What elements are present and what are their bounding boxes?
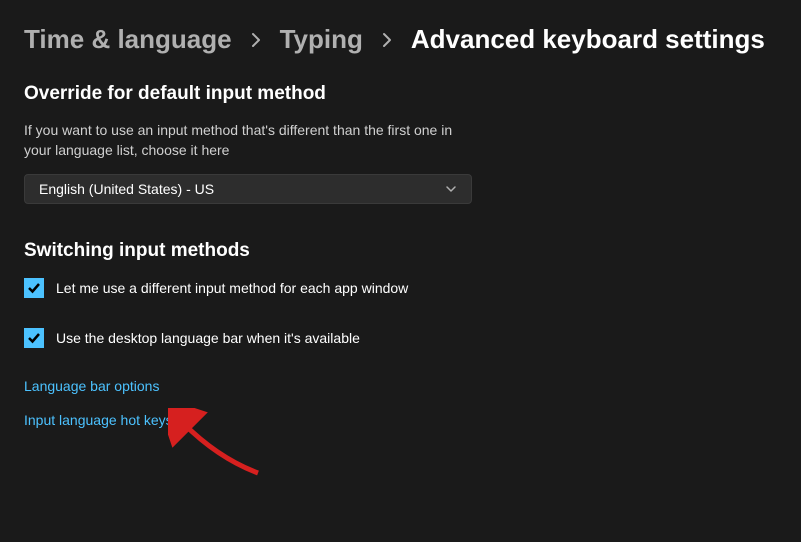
input-method-selected-value: English (United States) - US xyxy=(39,181,214,197)
chevron-right-icon xyxy=(379,32,395,48)
checkbox-per-app-label[interactable]: Let me use a different input method for … xyxy=(56,280,408,296)
checkbox-row-language-bar: Use the desktop language bar when it's a… xyxy=(24,328,777,348)
chevron-down-icon xyxy=(445,183,457,195)
checkbox-language-bar[interactable] xyxy=(24,328,44,348)
checkbox-per-app[interactable] xyxy=(24,278,44,298)
checkbox-language-bar-label[interactable]: Use the desktop language bar when it's a… xyxy=(56,330,360,346)
checkbox-row-per-app: Let me use a different input method for … xyxy=(24,278,777,298)
breadcrumb: Time & language Typing Advanced keyboard… xyxy=(24,24,777,55)
input-method-select[interactable]: English (United States) - US xyxy=(24,174,472,204)
language-bar-options-link[interactable]: Language bar options xyxy=(24,378,777,394)
input-hotkeys-link[interactable]: Input language hot keys xyxy=(24,412,777,428)
switching-section-title: Switching input methods xyxy=(24,240,777,262)
breadcrumb-advanced-keyboard: Advanced keyboard settings xyxy=(411,24,765,55)
override-section-title: Override for default input method xyxy=(24,83,777,105)
input-method-select-wrapper: English (United States) - US xyxy=(24,174,472,204)
override-section-desc: If you want to use an input method that'… xyxy=(24,121,464,160)
breadcrumb-typing[interactable]: Typing xyxy=(280,24,363,55)
breadcrumb-time-language[interactable]: Time & language xyxy=(24,24,232,55)
chevron-right-icon xyxy=(248,32,264,48)
